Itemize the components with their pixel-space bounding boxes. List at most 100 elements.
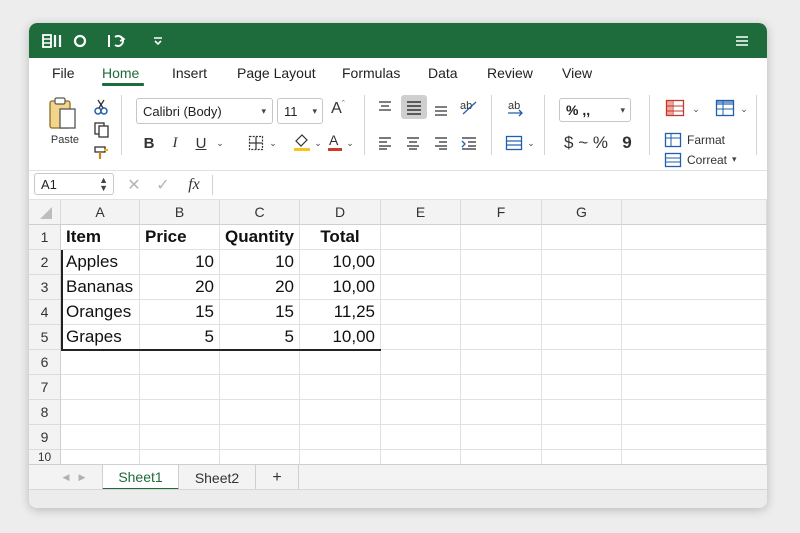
grid-logo-icon[interactable] bbox=[39, 23, 67, 58]
empty-cell[interactable] bbox=[622, 350, 767, 375]
empty-cell[interactable] bbox=[622, 225, 767, 250]
data-cell[interactable]: 10,00 bbox=[300, 250, 381, 275]
column-header[interactable]: C bbox=[220, 200, 300, 225]
menu-review[interactable]: Review bbox=[487, 65, 533, 81]
empty-cell[interactable] bbox=[220, 450, 300, 464]
empty-cell[interactable] bbox=[622, 375, 767, 400]
insert-function-fx-button[interactable]: fx bbox=[183, 174, 205, 196]
format-as-table-icon[interactable] bbox=[713, 97, 737, 119]
align-left-icon[interactable] bbox=[375, 133, 395, 153]
data-cell[interactable]: 10,00 bbox=[300, 275, 381, 300]
empty-cell[interactable] bbox=[542, 225, 622, 250]
empty-cell[interactable] bbox=[542, 275, 622, 300]
paste-label[interactable]: Paste bbox=[43, 133, 87, 147]
number-format-dropdown[interactable]: % ,, ▾ bbox=[559, 98, 631, 122]
format-table-chevron-icon[interactable]: ⌄ bbox=[737, 99, 751, 119]
font-name-dropdown[interactable]: Calibri (Body) ▾ bbox=[136, 98, 273, 124]
empty-cell[interactable] bbox=[220, 400, 300, 425]
data-cell[interactable]: 15 bbox=[220, 300, 300, 325]
correct-label[interactable]: Correat bbox=[687, 153, 727, 167]
conditional-format-chevron-icon[interactable]: ⌄ bbox=[689, 99, 703, 119]
empty-cell[interactable] bbox=[300, 450, 381, 464]
menu-insert[interactable]: Insert bbox=[172, 65, 207, 81]
menu-file[interactable]: File bbox=[52, 65, 75, 81]
empty-cell[interactable] bbox=[461, 275, 542, 300]
paste-icon[interactable] bbox=[45, 95, 81, 133]
empty-cell[interactable] bbox=[381, 225, 461, 250]
column-header[interactable]: F bbox=[461, 200, 542, 225]
empty-cell[interactable] bbox=[381, 450, 461, 464]
empty-cell[interactable] bbox=[300, 400, 381, 425]
empty-cell[interactable] bbox=[300, 350, 381, 375]
format-label[interactable]: Farmat bbox=[687, 133, 725, 147]
data-cell[interactable]: 5 bbox=[140, 325, 220, 350]
empty-cell[interactable] bbox=[461, 225, 542, 250]
empty-cell[interactable] bbox=[61, 450, 140, 464]
row-header[interactable]: 7 bbox=[29, 375, 61, 400]
empty-cell[interactable] bbox=[542, 300, 622, 325]
fill-color-chevron-icon[interactable]: ⌄ bbox=[313, 133, 323, 153]
name-box-spinner-icon[interactable]: ▲ ▼ bbox=[99, 176, 108, 193]
conditional-format-icon[interactable] bbox=[663, 97, 687, 119]
empty-cell[interactable] bbox=[622, 250, 767, 275]
fill-color-icon[interactable] bbox=[291, 131, 313, 153]
scroll-tabs-right-icon[interactable]: ▶ bbox=[75, 469, 89, 485]
row-header[interactable]: 6 bbox=[29, 350, 61, 375]
empty-cell[interactable] bbox=[461, 325, 542, 350]
empty-cell[interactable] bbox=[220, 425, 300, 450]
cut-scissors-icon[interactable] bbox=[91, 98, 111, 116]
empty-cell[interactable] bbox=[542, 425, 622, 450]
borders-icon[interactable] bbox=[245, 133, 267, 153]
cancel-x-icon[interactable]: ✕ bbox=[125, 175, 143, 195]
empty-cell[interactable] bbox=[622, 400, 767, 425]
row-header[interactable]: 4 bbox=[29, 300, 61, 325]
font-color-chevron-icon[interactable]: ⌄ bbox=[345, 133, 355, 153]
empty-cell[interactable] bbox=[461, 300, 542, 325]
data-cell[interactable]: 20 bbox=[140, 275, 220, 300]
empty-cell[interactable] bbox=[61, 400, 140, 425]
data-cell[interactable]: Oranges bbox=[61, 300, 140, 325]
empty-cell[interactable] bbox=[542, 325, 622, 350]
empty-cell[interactable] bbox=[381, 425, 461, 450]
empty-cell[interactable] bbox=[542, 375, 622, 400]
empty-cell[interactable] bbox=[622, 425, 767, 450]
menu-home[interactable]: Home bbox=[102, 65, 139, 81]
empty-cell[interactable] bbox=[622, 325, 767, 350]
borders-chevron-icon[interactable]: ⌄ bbox=[267, 133, 279, 153]
align-bottom-icon[interactable] bbox=[431, 99, 451, 119]
data-cell[interactable]: 10 bbox=[220, 250, 300, 275]
header-cell[interactable]: Total bbox=[300, 225, 381, 250]
menu-view[interactable]: View bbox=[562, 65, 592, 81]
data-cell[interactable]: Apples bbox=[61, 250, 140, 275]
empty-cell[interactable] bbox=[140, 350, 220, 375]
font-color-icon[interactable]: A bbox=[325, 131, 345, 153]
align-middle-icon[interactable] bbox=[401, 95, 427, 119]
menu-formulas[interactable]: Formulas bbox=[342, 65, 400, 81]
sheet-tab-sheet2[interactable]: Sheet2 bbox=[179, 465, 256, 490]
empty-cell[interactable] bbox=[622, 275, 767, 300]
empty-cell[interactable] bbox=[461, 250, 542, 275]
indent-icon[interactable] bbox=[458, 133, 480, 153]
sheet-tab-sheet1[interactable]: Sheet1 bbox=[102, 465, 179, 490]
empty-cell[interactable] bbox=[61, 350, 140, 375]
underline-button[interactable]: U bbox=[191, 132, 211, 154]
header-cell[interactable]: Price bbox=[140, 225, 220, 250]
menu-data[interactable]: Data bbox=[428, 65, 458, 81]
menu-page-layout[interactable]: Page Layout bbox=[237, 65, 316, 81]
underline-options-chevron-icon[interactable]: ⌄ bbox=[214, 133, 226, 153]
empty-cell[interactable] bbox=[381, 250, 461, 275]
empty-cell[interactable] bbox=[220, 375, 300, 400]
row-header[interactable]: 10 bbox=[29, 450, 61, 464]
empty-cell[interactable] bbox=[542, 350, 622, 375]
undo-icon[interactable] bbox=[105, 23, 131, 58]
empty-cell[interactable] bbox=[381, 325, 461, 350]
autosave-circle-icon[interactable] bbox=[71, 23, 89, 58]
data-cell[interactable]: 15 bbox=[140, 300, 220, 325]
empty-cell[interactable] bbox=[461, 450, 542, 464]
empty-cell[interactable] bbox=[542, 450, 622, 464]
add-sheet-button[interactable]: + bbox=[256, 465, 299, 490]
empty-cell[interactable] bbox=[381, 400, 461, 425]
empty-cell[interactable] bbox=[61, 425, 140, 450]
empty-cell[interactable] bbox=[542, 400, 622, 425]
data-cell[interactable]: 10,00 bbox=[300, 325, 381, 350]
